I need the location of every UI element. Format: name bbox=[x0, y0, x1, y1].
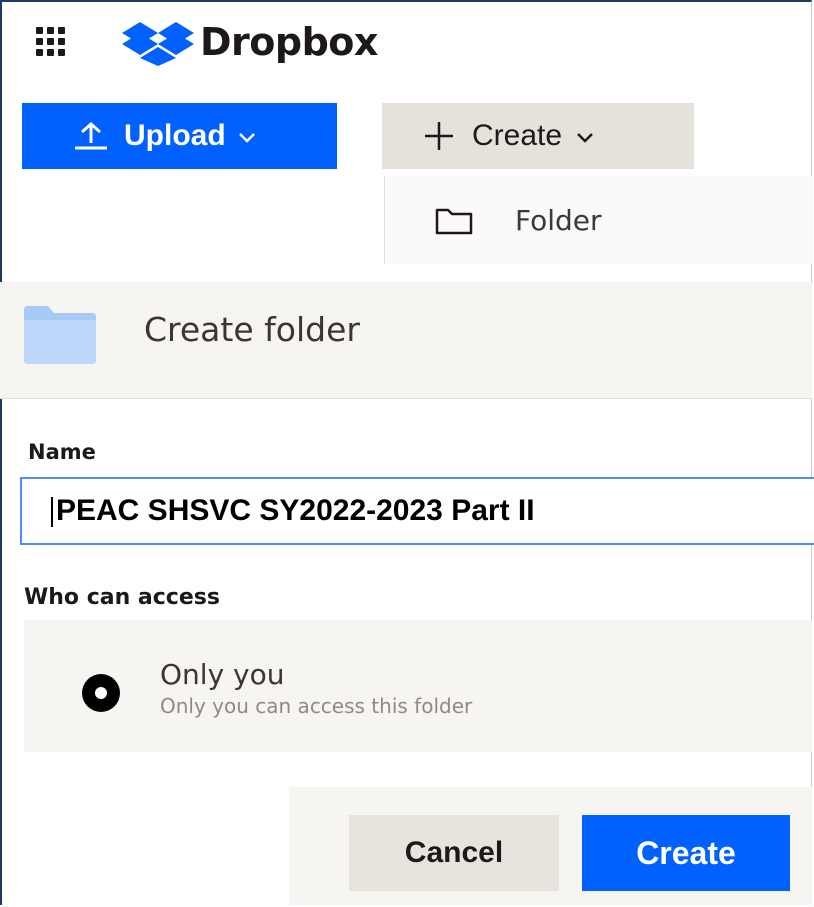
app-grid-icon[interactable] bbox=[36, 27, 66, 57]
menu-item-folder-label: Folder bbox=[515, 204, 602, 237]
create-menu-label: Create bbox=[472, 119, 563, 152]
dialog-header: Create folder bbox=[0, 282, 812, 399]
radio-selected-icon[interactable] bbox=[82, 674, 120, 712]
access-option-title: Only you bbox=[160, 658, 285, 691]
access-option-description: Only you can access this folder bbox=[160, 694, 473, 718]
upload-button[interactable]: Upload bbox=[22, 103, 337, 169]
cancel-button[interactable]: Cancel bbox=[349, 815, 559, 891]
chevron-down-icon bbox=[577, 133, 593, 143]
folder-outline-icon bbox=[435, 208, 473, 234]
dialog-title: Create folder bbox=[144, 310, 360, 349]
folder-icon bbox=[24, 306, 96, 364]
name-label: Name bbox=[28, 440, 96, 464]
plus-icon bbox=[425, 122, 453, 150]
access-option-only-you[interactable]: Only you Only you can access this folder bbox=[24, 620, 812, 752]
chevron-down-icon bbox=[238, 133, 255, 143]
upload-arrow-icon bbox=[75, 121, 107, 150]
folder-name-input[interactable] bbox=[20, 477, 814, 545]
dropbox-logo-icon[interactable] bbox=[122, 22, 194, 66]
text-cursor bbox=[51, 497, 53, 527]
upload-button-label: Upload bbox=[124, 119, 226, 152]
create-menu-button[interactable]: Create bbox=[382, 103, 694, 169]
brand-name[interactable]: Dropbox bbox=[200, 20, 378, 64]
create-dropdown-menu: Folder bbox=[384, 176, 813, 264]
create-button[interactable]: Create bbox=[582, 815, 790, 891]
menu-item-folder[interactable]: Folder bbox=[435, 204, 602, 237]
access-label: Who can access bbox=[24, 585, 220, 610]
